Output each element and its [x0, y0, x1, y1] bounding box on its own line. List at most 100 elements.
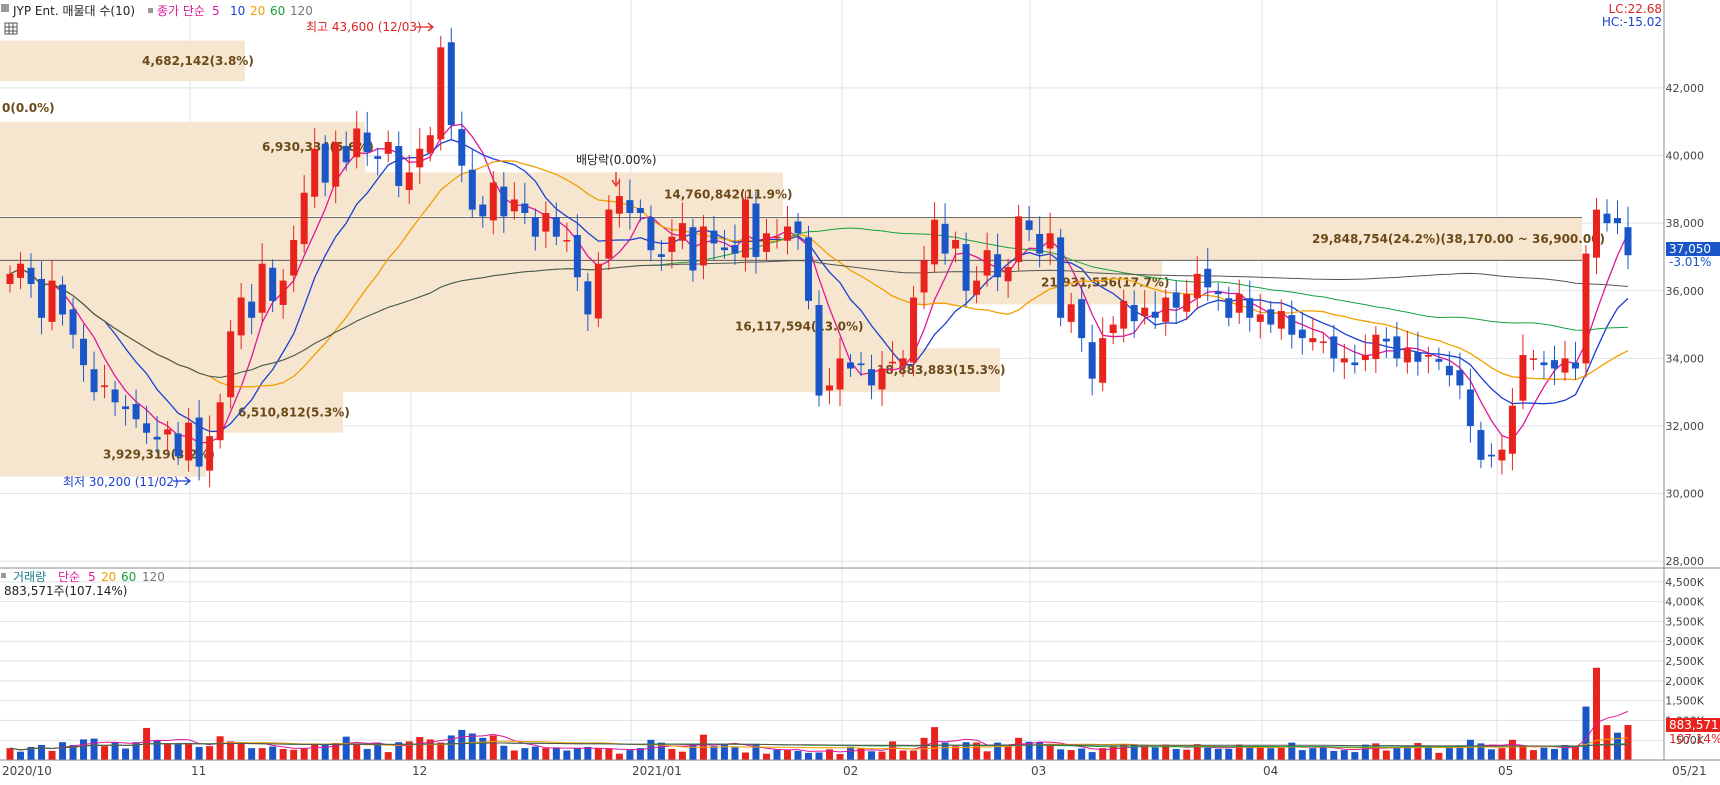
volume-bar[interactable]: [773, 749, 781, 760]
volume-bar[interactable]: [1424, 746, 1432, 760]
volume-bar[interactable]: [1613, 732, 1621, 760]
candle[interactable]: [447, 27, 455, 139]
chart-canvas[interactable]: 28,000 30,000 32,000 34,000 36,000 38,000 40,0…: [0, 0, 1720, 781]
volume-bar[interactable]: [353, 743, 361, 760]
volume-bar[interactable]: [868, 751, 876, 760]
volume-bar[interactable]: [80, 739, 88, 760]
volume-panel-handle-icon[interactable]: [1, 573, 6, 578]
volume-bar[interactable]: [1225, 748, 1233, 760]
candle[interactable]: [1057, 228, 1065, 327]
volume-bar[interactable]: [416, 737, 424, 760]
volume-bar[interactable]: [195, 746, 203, 760]
volume-bar[interactable]: [647, 739, 655, 760]
volume-bar[interactable]: [1393, 747, 1401, 760]
volume-bar[interactable]: [300, 748, 308, 760]
volume-bar[interactable]: [678, 751, 686, 760]
candle[interactable]: [804, 225, 812, 310]
volume-bar[interactable]: [531, 746, 539, 760]
candle[interactable]: [437, 35, 445, 151]
volume-bar[interactable]: [489, 735, 497, 760]
candle[interactable]: [815, 290, 823, 407]
volume-bar[interactable]: [1246, 747, 1254, 760]
volume-bar[interactable]: [910, 750, 918, 760]
volume-bar[interactable]: [479, 737, 487, 760]
volume-bar[interactable]: [584, 746, 592, 760]
volume-bar[interactable]: [1277, 747, 1285, 760]
volume-bar[interactable]: [510, 750, 518, 760]
volume-bar[interactable]: [1067, 750, 1075, 760]
volume-bar[interactable]: [1487, 749, 1495, 760]
volume-bar[interactable]: [1571, 746, 1579, 760]
volume-bar[interactable]: [1267, 748, 1275, 760]
volume-bar[interactable]: [59, 742, 67, 760]
ma-handle-icon[interactable]: [148, 8, 153, 13]
volume-bar[interactable]: [206, 746, 214, 760]
volume-bar[interactable]: [1519, 746, 1527, 760]
volume-bar[interactable]: [1382, 750, 1390, 760]
volume-bar[interactable]: [1298, 750, 1306, 760]
volume-bar[interactable]: [1508, 739, 1516, 760]
volume-bar[interactable]: [1550, 748, 1558, 760]
volume-bar[interactable]: [1141, 745, 1149, 760]
volume-bar[interactable]: [269, 746, 277, 760]
volume-bar[interactable]: [741, 752, 749, 760]
volume-bar[interactable]: [1004, 745, 1012, 760]
volume-bar[interactable]: [815, 752, 823, 760]
volume-bar[interactable]: [804, 752, 812, 760]
volume-bar[interactable]: [1330, 750, 1338, 760]
volume-bar[interactable]: [1340, 750, 1348, 760]
volume-bar[interactable]: [878, 751, 886, 760]
volume-bar[interactable]: [342, 736, 350, 760]
volume-bar[interactable]: [279, 748, 287, 760]
volume-bar[interactable]: [836, 754, 844, 760]
volume-bar[interactable]: [1466, 739, 1474, 760]
volume-bar[interactable]: [101, 746, 109, 760]
volume-bar[interactable]: [248, 748, 256, 760]
volume-bar[interactable]: [847, 746, 855, 760]
volume-bar[interactable]: [1498, 748, 1506, 760]
volume-bar[interactable]: [889, 741, 897, 760]
volume-bar[interactable]: [794, 750, 802, 760]
table-icon[interactable]: [4, 22, 18, 35]
volume-bar[interactable]: [626, 750, 634, 760]
volume-bar[interactable]: [38, 744, 46, 760]
panel-handle-icon[interactable]: [1, 4, 9, 12]
volume-bar[interactable]: [1256, 747, 1264, 760]
volume-bar[interactable]: [185, 743, 193, 760]
volume-bar[interactable]: [731, 747, 739, 760]
volume-bar[interactable]: [720, 743, 728, 760]
volume-bar[interactable]: [931, 727, 939, 760]
volume-bar[interactable]: [17, 751, 25, 760]
volume-bar[interactable]: [1172, 748, 1180, 760]
volume-bar[interactable]: [1351, 752, 1359, 760]
volume-bar[interactable]: [237, 742, 245, 760]
candle[interactable]: [227, 319, 235, 409]
volume-bar[interactable]: [952, 746, 960, 760]
volume-bar[interactable]: [1529, 750, 1537, 760]
volume-bar[interactable]: [258, 748, 266, 760]
volume-bar[interactable]: [1624, 725, 1632, 760]
volume-bar[interactable]: [521, 748, 529, 760]
volume-bar[interactable]: [1057, 749, 1065, 760]
volume-bar[interactable]: [1540, 747, 1548, 760]
volume-bar[interactable]: [605, 748, 613, 760]
volume-bar[interactable]: [363, 748, 371, 760]
volume-bar[interactable]: [468, 733, 476, 760]
volume-bar[interactable]: [1603, 725, 1611, 760]
volume-bar[interactable]: [122, 748, 130, 760]
volume-bar[interactable]: [762, 753, 770, 760]
volume-bar[interactable]: [983, 751, 991, 760]
volume-bar[interactable]: [164, 743, 172, 760]
volume-bar[interactable]: [1592, 667, 1600, 760]
volume-bar[interactable]: [1151, 747, 1159, 760]
volume-bar[interactable]: [542, 748, 550, 760]
stock-chart[interactable]: 28,000 30,000 32,000 34,000 36,000 38,000 40,0…: [0, 0, 1720, 781]
volume-bar[interactable]: [216, 736, 224, 760]
volume-bar[interactable]: [1309, 748, 1317, 760]
volume-bar[interactable]: [1214, 748, 1222, 760]
volume-bar[interactable]: [6, 748, 14, 760]
volume-bar[interactable]: [174, 743, 182, 760]
volume-bar[interactable]: [563, 750, 571, 760]
volume-bar[interactable]: [227, 741, 235, 760]
volume-bar[interactable]: [1582, 706, 1590, 760]
